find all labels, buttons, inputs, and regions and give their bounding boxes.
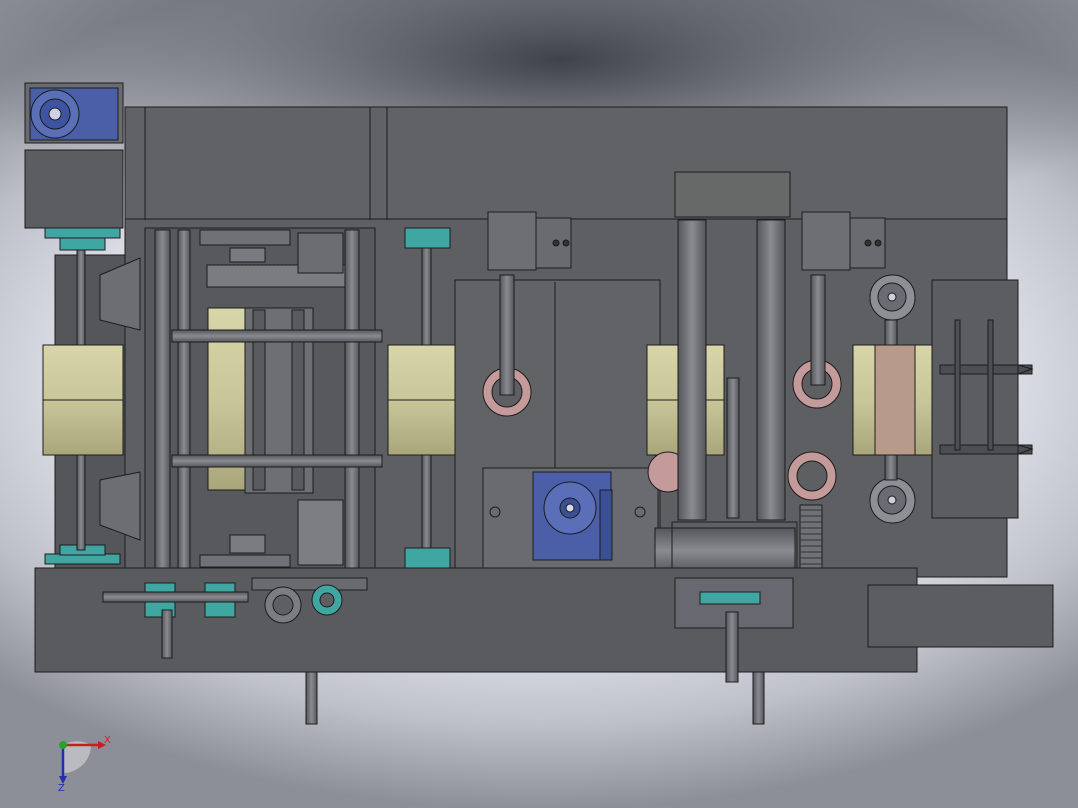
horizontal-cylinder <box>654 527 796 574</box>
bearing-block <box>59 237 106 251</box>
support-leg <box>305 671 318 725</box>
coordinate-triad: X Z <box>58 735 111 794</box>
bracket-upper <box>199 229 291 246</box>
coupling-upper <box>297 232 344 274</box>
top-cover-panel <box>124 106 1008 220</box>
top-box <box>674 171 791 218</box>
bearing-block <box>404 547 451 569</box>
clamp-block <box>801 211 851 271</box>
z-axis-label: Z <box>58 783 65 794</box>
machine-assembly-drawing[interactable]: X Z <box>0 0 1078 808</box>
bearing-bottom <box>699 591 761 605</box>
right-base-box <box>867 584 1054 648</box>
guide-frame-right <box>931 279 1019 519</box>
bracket-lower <box>199 554 291 568</box>
cad-viewport[interactable]: X Z <box>0 0 1078 808</box>
x-axis-label: X <box>104 735 111 746</box>
motor-mount-box <box>24 149 124 229</box>
clamp-block <box>487 211 537 271</box>
coupling-lower <box>297 499 344 566</box>
bearing-block <box>44 227 121 239</box>
support-leg <box>752 671 765 725</box>
bearing-block <box>404 227 451 249</box>
